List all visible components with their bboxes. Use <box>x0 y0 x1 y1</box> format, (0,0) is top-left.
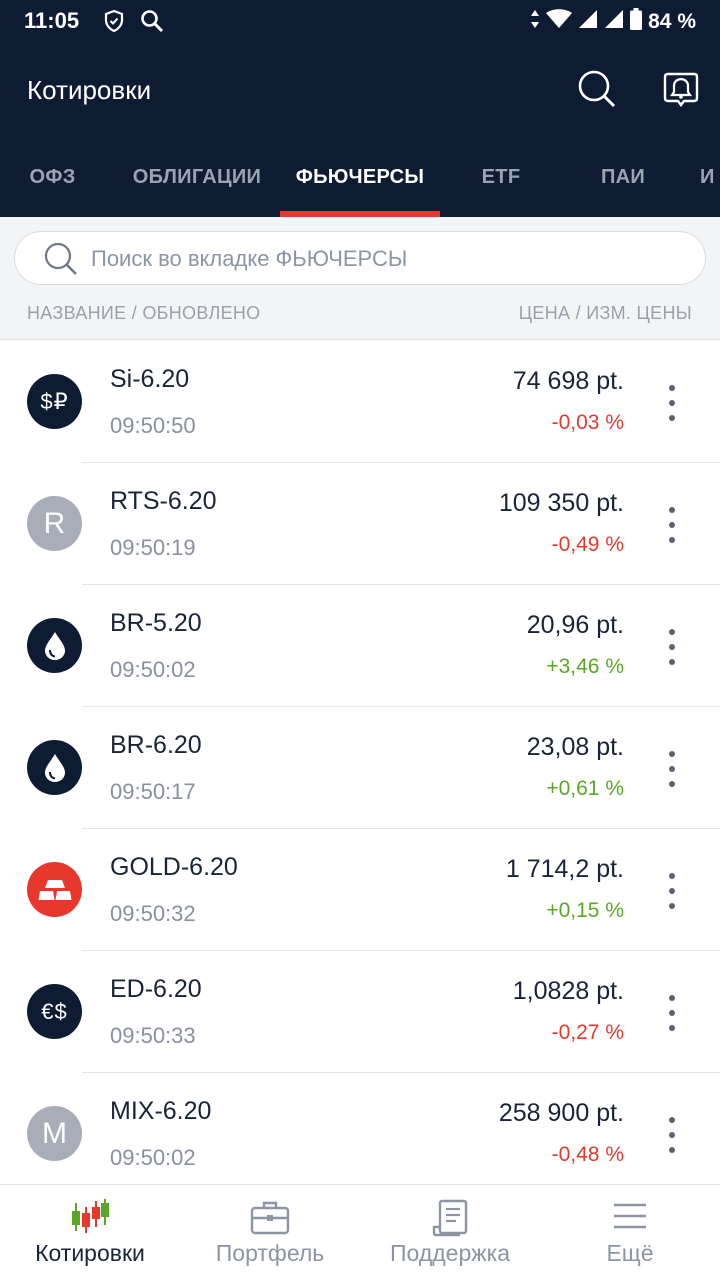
letter-avatar: R <box>27 496 82 551</box>
data-arrows-icon <box>530 9 540 35</box>
more-options-icon[interactable] <box>660 385 684 421</box>
status-bar: 11:05 84 % <box>0 0 720 42</box>
search-icon <box>43 241 79 282</box>
dollar-ruble-icon: $₽ <box>27 374 82 429</box>
instrument-name: GOLD-6.20 <box>110 853 238 881</box>
signal-icon <box>604 9 624 35</box>
briefcase-icon <box>250 1199 290 1240</box>
tab-more[interactable]: И <box>700 154 720 217</box>
list-item[interactable]: GOLD-6.20 09:50:32 1 714,2 pt. +0,15 % <box>0 829 720 951</box>
shield-icon <box>104 9 124 38</box>
oil-drop-icon <box>27 618 82 673</box>
price-change: +0,15 % <box>546 899 624 922</box>
menu-icon <box>612 1199 648 1238</box>
more-options-icon[interactable] <box>660 873 684 909</box>
update-time: 09:50:32 <box>110 901 196 926</box>
bottom-nav: Котировки Портфель Поддержка Ещё <box>0 1184 720 1280</box>
tab-bonds[interactable]: ОБЛИГАЦИИ <box>117 154 277 217</box>
update-time: 09:50:02 <box>110 657 196 682</box>
update-time: 09:50:19 <box>110 535 196 560</box>
price-change: -0,49 % <box>551 533 624 556</box>
column-header-price: ЦЕНА / ИЗМ. ЦЕНЫ <box>518 303 692 323</box>
nav-portfolio[interactable]: Портфель <box>180 1185 360 1280</box>
update-time: 09:50:17 <box>110 779 196 804</box>
nav-quotes[interactable]: Котировки <box>0 1185 180 1280</box>
instrument-name: BR-6.20 <box>110 731 202 759</box>
oil-drop-icon <box>27 740 82 795</box>
nav-label: Портфель <box>215 1240 325 1266</box>
list-item[interactable]: R RTS-6.20 09:50:19 109 350 pt. -0,49 % <box>0 463 720 585</box>
tab-funds[interactable]: ПАИ <box>563 154 683 217</box>
price-value: 74 698 pt. <box>512 367 624 395</box>
price-value: 109 350 pt. <box>498 489 624 517</box>
list-item[interactable]: €$ ED-6.20 09:50:33 1,0828 pt. -0,27 % <box>0 951 720 1073</box>
price-change: +0,61 % <box>546 777 624 800</box>
bell-icon[interactable] <box>660 68 702 115</box>
nav-label: Ещё <box>606 1240 654 1266</box>
nav-support[interactable]: Поддержка <box>360 1185 540 1280</box>
search-box[interactable] <box>14 231 706 286</box>
search-icon[interactable] <box>576 68 618 115</box>
tab-bar: ОФЗ ОБЛИГАЦИИ ФЬЮЧЕРСЫ ETF ПАИ И <box>0 154 720 217</box>
search-icon <box>140 9 164 38</box>
futures-list: $₽ Si-6.20 09:50:50 74 698 pt. -0,03 % R… <box>0 341 720 1195</box>
wifi-icon <box>546 9 573 35</box>
price-change: -0,27 % <box>551 1021 624 1044</box>
instrument-name: ED-6.20 <box>110 975 202 1003</box>
nav-label: Котировки <box>35 1240 145 1266</box>
candlestick-chart-icon <box>70 1199 110 1240</box>
price-change: -0,48 % <box>551 1143 624 1166</box>
price-change: +3,46 % <box>546 655 624 678</box>
more-options-icon[interactable] <box>660 629 684 665</box>
tab-futures[interactable]: ФЬЮЧЕРСЫ <box>280 154 440 217</box>
signal-icon <box>578 9 598 35</box>
search-input[interactable] <box>91 232 691 286</box>
filter-area: НАЗВАНИЕ / ОБНОВЛЕНО ЦЕНА / ИЗМ. ЦЕНЫ <box>0 217 720 340</box>
list-item[interactable]: BR-6.20 09:50:17 23,08 pt. +0,61 % <box>0 707 720 829</box>
more-options-icon[interactable] <box>660 995 684 1031</box>
more-options-icon[interactable] <box>660 751 684 787</box>
tab-ofz[interactable]: ОФЗ <box>0 154 105 217</box>
more-options-icon[interactable] <box>660 1117 684 1153</box>
price-change: -0,03 % <box>551 411 624 434</box>
instrument-name: MIX-6.20 <box>110 1097 212 1125</box>
list-item[interactable]: M MIX-6.20 09:50:02 258 900 pt. -0,48 % <box>0 1073 720 1195</box>
nav-more[interactable]: Ещё <box>540 1185 720 1280</box>
battery-level: 84 % <box>648 10 696 33</box>
list-item[interactable]: BR-5.20 09:50:02 20,96 pt. +3,46 % <box>0 585 720 707</box>
battery-icon <box>630 8 643 36</box>
update-time: 09:50:50 <box>110 413 196 438</box>
list-item[interactable]: $₽ Si-6.20 09:50:50 74 698 pt. -0,03 % <box>0 341 720 463</box>
price-value: 23,08 pt. <box>526 733 624 761</box>
price-value: 1,0828 pt. <box>512 977 624 1005</box>
document-icon <box>430 1199 470 1242</box>
letter-avatar: M <box>27 1106 82 1161</box>
nav-label: Поддержка <box>390 1240 510 1266</box>
more-options-icon[interactable] <box>660 507 684 543</box>
instrument-name: BR-5.20 <box>110 609 202 637</box>
update-time: 09:50:02 <box>110 1145 196 1170</box>
instrument-name: RTS-6.20 <box>110 487 217 515</box>
price-value: 1 714,2 pt. <box>505 855 624 883</box>
instrument-name: Si-6.20 <box>110 365 190 393</box>
app-bar: Котировки ОФЗ ОБЛИГАЦИИ ФЬЮЧЕРСЫ ETF ПАИ… <box>0 42 720 217</box>
status-time: 11:05 <box>24 8 80 33</box>
page-title: Котировки <box>27 75 152 105</box>
gold-bars-icon <box>27 862 82 917</box>
price-value: 20,96 pt. <box>526 611 624 639</box>
price-value: 258 900 pt. <box>498 1099 624 1127</box>
tab-etf[interactable]: ETF <box>441 154 561 217</box>
column-header-name: НАЗВАНИЕ / ОБНОВЛЕНО <box>27 303 261 323</box>
update-time: 09:50:33 <box>110 1023 196 1048</box>
euro-dollar-icon: €$ <box>27 984 82 1039</box>
